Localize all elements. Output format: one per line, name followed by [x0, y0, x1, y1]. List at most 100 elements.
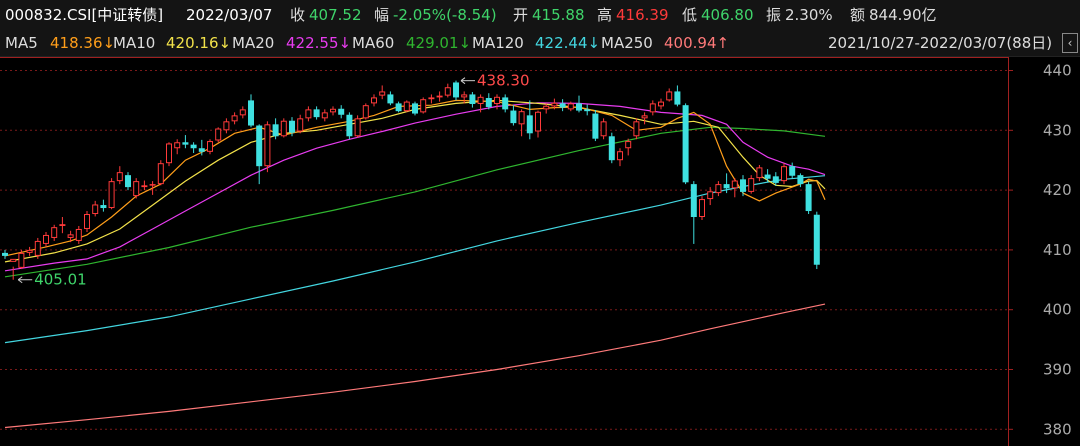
- y-tick-label: 440: [1043, 62, 1072, 80]
- candle-body: [469, 94, 476, 104]
- candle-body: [403, 101, 410, 112]
- candle-body: [51, 227, 58, 238]
- candlestick-chart: 438.30 405.01 380 390 400 410 420 430 440: [0, 57, 1080, 446]
- y-tick-label: 430: [1043, 121, 1072, 139]
- candle-body: [26, 249, 33, 253]
- candle-body: [707, 191, 714, 200]
- candle-body: [666, 91, 673, 101]
- candle-body: [239, 109, 246, 116]
- candle-body: [34, 240, 41, 256]
- candle-body: [576, 103, 582, 111]
- open-label: 开: [513, 6, 529, 24]
- amplitude-value: 2.30%: [785, 6, 833, 24]
- candle-body: [543, 105, 550, 110]
- chevron-left-icon[interactable]: ‹: [1062, 33, 1078, 53]
- candle-body: [756, 167, 763, 179]
- candle-body: [116, 172, 123, 182]
- low-label: 低: [682, 6, 698, 24]
- quote-date: 2022/03/07: [186, 6, 273, 24]
- candle-body: [264, 124, 271, 167]
- candle-body: [190, 144, 197, 149]
- candle-body: [313, 109, 320, 118]
- candle-body: [518, 111, 525, 125]
- candle-body: [2, 252, 8, 256]
- close-label: 收: [290, 6, 306, 24]
- moving-average-bar: MA5 418.36↓ MA10 420.16↓ MA20 422.55↓ MA…: [0, 30, 1080, 57]
- candle-body: [412, 103, 418, 114]
- candle-body: [535, 111, 541, 132]
- amount-value: 844.90亿: [869, 6, 937, 24]
- ma60-value: 429.01↓: [406, 34, 472, 52]
- candle-body: [371, 97, 377, 104]
- candle-body: [805, 184, 812, 212]
- y-tick-label: 400: [1043, 301, 1072, 319]
- candle-body: [280, 120, 287, 137]
- candle-body: [674, 91, 681, 105]
- candle-body: [641, 115, 648, 119]
- index-code[interactable]: 000832.CSI[中证转债]: [5, 0, 163, 30]
- candle-body: [649, 103, 656, 113]
- close-value: 407.52: [309, 6, 362, 24]
- candle-body: [92, 204, 99, 215]
- candle-body: [182, 142, 189, 145]
- candle-body: [100, 205, 107, 209]
- annotation-label: 438.30: [477, 72, 530, 90]
- candle-body: [494, 96, 500, 104]
- candle-body: [526, 115, 533, 134]
- candle-body: [174, 142, 181, 149]
- quote-header: 000832.CSI[中证转债] 2022/03/07 收 407.52 幅 -…: [0, 0, 1080, 30]
- candle-body: [362, 105, 369, 119]
- ma20-label: MA20: [232, 34, 275, 52]
- candle-body: [608, 136, 615, 161]
- candle-body: [477, 96, 484, 104]
- candle-body: [166, 143, 172, 164]
- amplitude-label: 振: [766, 6, 782, 24]
- candle-body: [198, 148, 205, 152]
- candle-body: [813, 214, 820, 265]
- candle-body: [215, 128, 222, 141]
- candle-body: [223, 121, 230, 131]
- candle-body: [617, 151, 623, 161]
- candle-body: [379, 91, 386, 96]
- candle-body: [436, 95, 443, 98]
- candle-body: [108, 181, 115, 209]
- date-range[interactable]: 2021/10/27-2022/03/07(88日): [828, 30, 1052, 56]
- candle-body: [43, 234, 49, 244]
- candle-body: [502, 97, 509, 110]
- candle-body: [567, 103, 574, 110]
- candle-body: [297, 118, 304, 132]
- candle-body: [18, 252, 25, 268]
- ma10-label: MA10: [113, 34, 156, 52]
- ma5-value: 418.36↓: [50, 34, 116, 52]
- candle-body: [723, 184, 730, 189]
- candle-body: [789, 166, 796, 176]
- candle-body: [67, 234, 74, 238]
- candle-body: [551, 102, 558, 107]
- ma5-label: MA5: [5, 34, 38, 52]
- candle-body: [584, 109, 591, 112]
- candle-body: [592, 113, 599, 139]
- candle-body: [748, 178, 755, 192]
- ma120-value: 422.44↓: [535, 34, 601, 52]
- candle-body: [125, 175, 131, 188]
- ma10-value: 420.16↓: [166, 34, 232, 52]
- y-tick-label: 380: [1043, 420, 1072, 438]
- change-value: -2.05%(-8.54): [393, 6, 497, 24]
- candle-body: [420, 99, 427, 113]
- high-value: 416.39: [616, 6, 669, 24]
- candle-body: [485, 98, 492, 107]
- candle-body: [699, 199, 705, 218]
- candle-body: [256, 125, 263, 167]
- candle-body: [559, 103, 566, 108]
- candle-body: [321, 112, 328, 119]
- candle-body: [781, 166, 787, 182]
- change-label: 幅: [374, 6, 390, 24]
- candle-body: [395, 103, 402, 112]
- ma250-label: MA250: [601, 34, 653, 52]
- candle-body: [75, 228, 82, 241]
- candle-body: [633, 121, 640, 137]
- candle-body: [715, 184, 722, 194]
- ma250-value: 400.94↑: [664, 34, 730, 52]
- candle-body: [248, 100, 254, 126]
- candle-body: [207, 141, 213, 152]
